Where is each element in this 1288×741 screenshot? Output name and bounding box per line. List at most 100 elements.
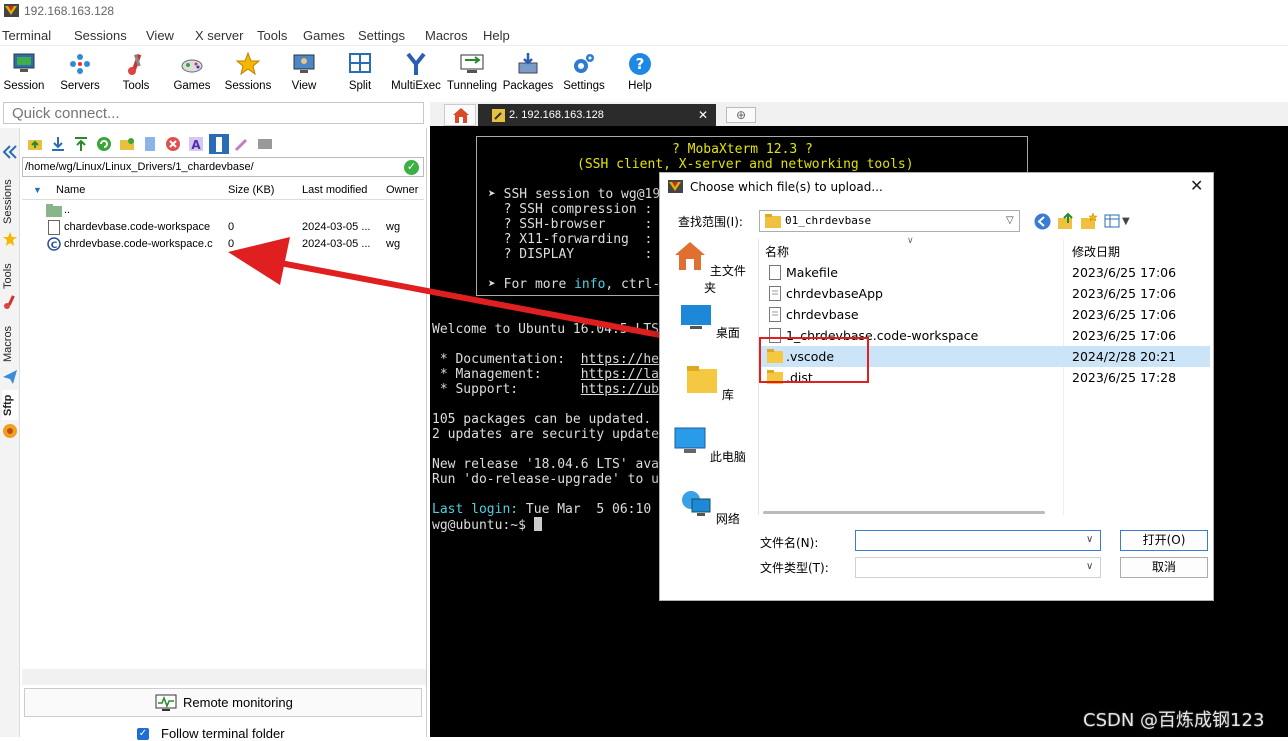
dialog-file-row[interactable]: chrdevbaseApp 2023/6/25 17:06: [759, 283, 1210, 304]
terminal-line: New release '18.04.6 LTS' ava: [432, 457, 659, 472]
col-owner[interactable]: Owner: [386, 184, 418, 196]
settings-button[interactable]: Settings: [556, 47, 612, 99]
view-button[interactable]: View: [276, 47, 332, 99]
chevron-down-icon[interactable]: ∨: [1086, 534, 1093, 545]
tunneling-button[interactable]: Tunneling: [444, 47, 500, 99]
parent-folder-icon[interactable]: [27, 136, 43, 152]
new-folder-icon[interactable]: [119, 136, 135, 152]
home-tab[interactable]: [444, 104, 476, 126]
upload-icon[interactable]: [73, 136, 89, 152]
quick-connect-input[interactable]: [3, 102, 424, 124]
checkmark-icon[interactable]: ✓: [404, 160, 419, 175]
tab-sessions[interactable]: Sessions: [2, 176, 18, 228]
collapse-panel-icon[interactable]: [2, 144, 18, 160]
rename-icon[interactable]: A: [188, 136, 204, 152]
col-name[interactable]: 名称: [765, 243, 789, 260]
remote-monitoring-button[interactable]: Remote monitoring: [24, 688, 422, 717]
place-this-pc[interactable]: 此电脑: [670, 427, 750, 465]
menu-settings[interactable]: Settings: [358, 28, 405, 43]
library-folder-icon: [687, 366, 718, 393]
split-button[interactable]: Split: [332, 47, 388, 99]
window-title: 192.168.163.128: [24, 4, 115, 18]
servers-button[interactable]: Servers: [52, 47, 108, 99]
tab-macros[interactable]: Macros: [2, 321, 18, 367]
place-network[interactable]: 网络: [670, 489, 750, 527]
download-icon[interactable]: [50, 136, 66, 152]
file-icon: [769, 265, 781, 280]
terminal-tab[interactable]: 2. 192.168.163.128 ✕: [478, 104, 716, 127]
new-tab-button[interactable]: ⊕: [726, 107, 756, 123]
close-icon[interactable]: ✕: [1190, 176, 1203, 195]
terminal-line: Last login: Tue Mar 5 06:10: [432, 502, 652, 517]
menu-tools[interactable]: Tools: [257, 28, 287, 43]
packages-button[interactable]: Packages: [500, 47, 556, 99]
chevron-down-icon[interactable]: ▼: [1122, 216, 1130, 227]
sort-chevron-down-icon[interactable]: ▼: [33, 185, 42, 195]
permissions-icon[interactable]: [209, 134, 229, 154]
session-button[interactable]: Session: [0, 47, 52, 99]
home-icon: [675, 242, 706, 270]
col-date[interactable]: 修改日期: [1072, 243, 1120, 260]
filetype-label: 文件类型(T):: [760, 561, 829, 575]
file-modified: 2024-03-05 ...: [302, 221, 371, 233]
tools-button[interactable]: Tools: [108, 47, 164, 99]
terminal-line: 105 packages can be updated.: [432, 412, 652, 427]
c-file-icon: C: [47, 237, 61, 251]
col-modified[interactable]: Last modified: [302, 184, 367, 196]
filetype-select[interactable]: ∨: [855, 557, 1101, 578]
back-icon[interactable]: [1034, 213, 1051, 230]
dialog-file-row[interactable]: chrdevbase 2023/6/25 17:06: [759, 304, 1210, 325]
sftp-path-field[interactable]: /home/wg/Linux/Linux_Drivers/1_chardevba…: [22, 157, 424, 177]
look-in-select[interactable]: 01_chrdevbase ▽: [759, 210, 1020, 232]
multiexec-icon: [406, 52, 426, 75]
col-size[interactable]: Size (KB): [228, 184, 274, 196]
places-sidebar: 主文件夹 桌面 库 此电脑 网络: [670, 235, 757, 535]
sftp-file-row[interactable]: ..: [22, 202, 424, 219]
watermark: CSDN @百炼成钢123: [1083, 710, 1265, 731]
terminal-line: ➤ For more info, ctrl-: [488, 277, 661, 292]
place-library[interactable]: 库: [670, 365, 750, 403]
help-button[interactable]: ? Help: [612, 47, 668, 99]
place-home[interactable]: 主文件夹: [670, 241, 750, 296]
file-icon: [48, 220, 60, 235]
menu-macros[interactable]: Macros: [425, 28, 468, 43]
sessions-button[interactable]: Sessions: [220, 47, 276, 99]
dialog-file-row[interactable]: Makefile 2023/6/25 17:06: [759, 262, 1210, 283]
parent-folder-icon: [46, 204, 62, 217]
chevron-down-icon[interactable]: ∨: [1086, 561, 1093, 572]
new-file-icon[interactable]: [142, 136, 158, 152]
filename-input[interactable]: ∨: [855, 530, 1101, 551]
desktop-icon: [681, 305, 712, 329]
sftp-file-row[interactable]: chardevbase.code-workspace 0 2024-03-05 …: [22, 219, 424, 236]
games-button[interactable]: Games: [164, 47, 220, 99]
sftp-file-row[interactable]: C chrdevbase.code-workspace.c 0 2024-03-…: [22, 236, 424, 253]
banner-line: ? MobaXterm 12.3 ?: [672, 142, 813, 157]
up-folder-icon[interactable]: [1057, 212, 1075, 230]
ssh-key-icon: [492, 109, 505, 122]
tab-sftp[interactable]: Sftp: [2, 390, 18, 420]
horizontal-scrollbar[interactable]: [763, 511, 1045, 514]
terminal-icon[interactable]: [257, 136, 273, 152]
text-edit-icon[interactable]: [234, 136, 250, 152]
new-folder-icon[interactable]: [1080, 212, 1098, 230]
macros-icon: [3, 370, 17, 384]
sftp-path: /home/wg/Linux/Linux_Drivers/1_chardevba…: [25, 161, 254, 173]
menu-xserver[interactable]: X server: [195, 28, 243, 43]
refresh-icon[interactable]: [96, 136, 112, 152]
menu-help[interactable]: Help: [483, 28, 510, 43]
open-button[interactable]: 打开(O): [1120, 530, 1208, 551]
close-icon[interactable]: ✕: [698, 108, 708, 122]
delete-icon[interactable]: [165, 136, 181, 152]
multiexec-button[interactable]: MultiExec: [388, 47, 444, 99]
file-modified: 2024-03-05 ...: [302, 238, 371, 250]
view-menu-icon[interactable]: [1104, 213, 1122, 229]
menu-games[interactable]: Games: [303, 28, 345, 43]
menu-view[interactable]: View: [146, 28, 174, 43]
cancel-button[interactable]: 取消: [1120, 557, 1208, 578]
tab-tools[interactable]: Tools: [2, 258, 18, 294]
menu-sessions[interactable]: Sessions: [74, 28, 127, 43]
follow-folder-checkbox[interactable]: ✓: [137, 728, 149, 740]
col-name[interactable]: Name: [56, 184, 85, 196]
place-desktop[interactable]: 桌面: [670, 303, 750, 341]
menu-terminal[interactable]: Terminal: [2, 28, 51, 43]
